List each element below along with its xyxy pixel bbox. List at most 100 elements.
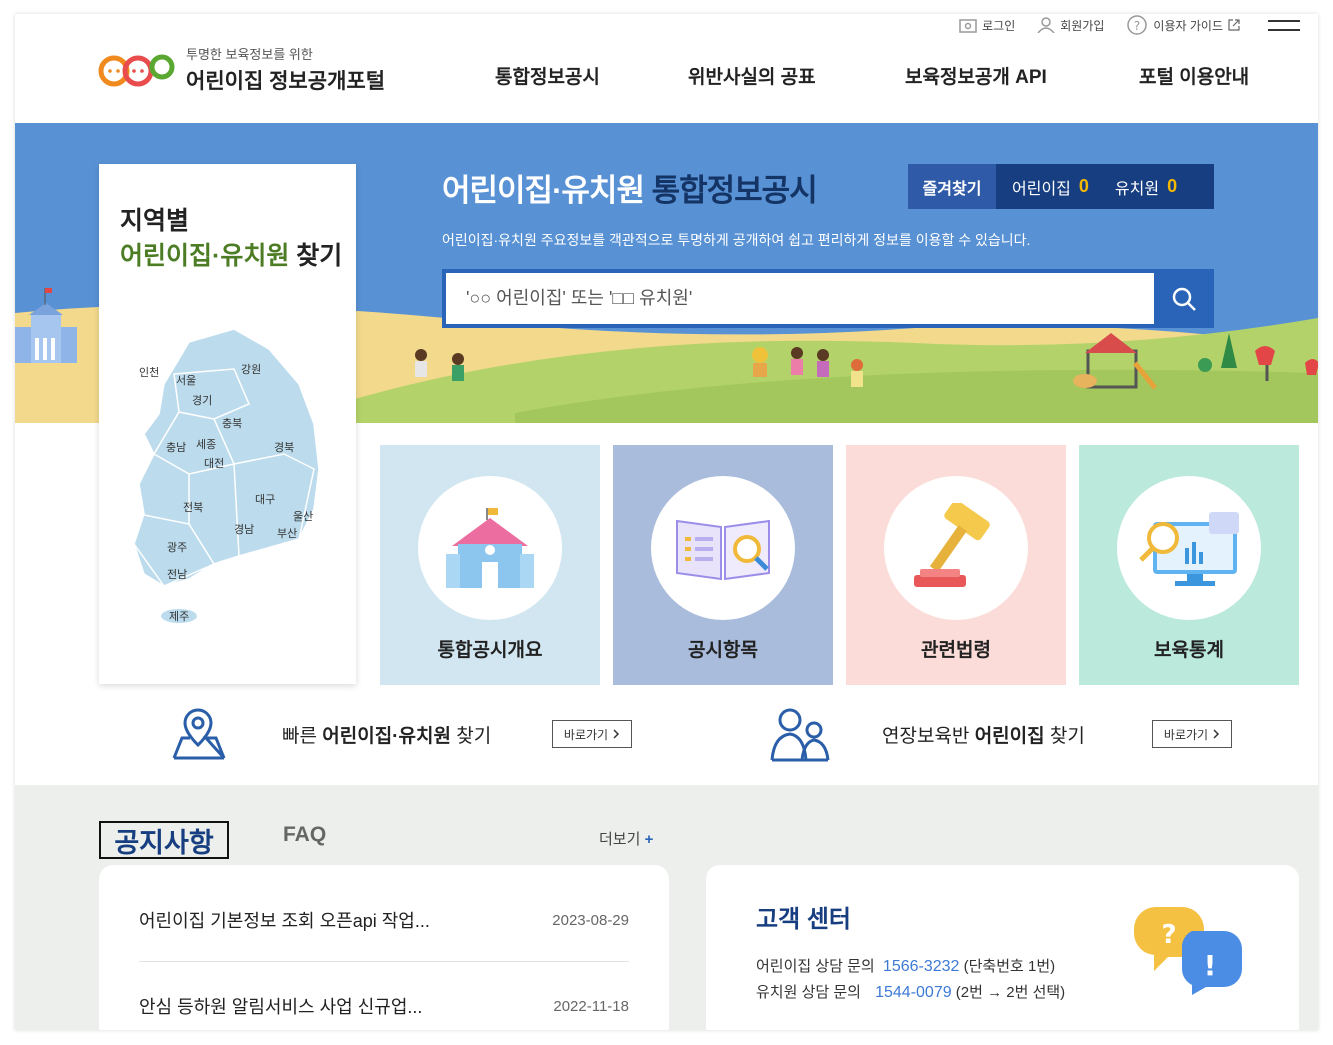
quick-extended-bold: 어린이집 bbox=[974, 725, 1045, 747]
region-gyeongnam[interactable]: 경남 bbox=[234, 521, 254, 537]
more-link[interactable]: 더보기 + bbox=[599, 828, 653, 849]
hero-section: 지역별 어린이집·유치원 찾기 인천 서울 강원 경기 충북 충남 세종 경북 … bbox=[15, 123, 1318, 785]
cs-kinder-line: 유치원 상담 문의 1544-0079 (2번 → 2번 선택) bbox=[756, 981, 1065, 1002]
logo-title: 어린이집 정보공개포털 bbox=[186, 69, 386, 93]
favorites-bar: 즐겨찾기 어린이집 0 유치원 0 bbox=[908, 164, 1214, 209]
quick-find-bold: 어린이집·유치원 bbox=[322, 725, 451, 747]
speech-bubbles-icon: ? ! bbox=[1133, 907, 1242, 995]
region-gangwon[interactable]: 강원 bbox=[241, 361, 261, 377]
region-seoul[interactable]: 서울 bbox=[176, 372, 196, 388]
login-label: 로그인 bbox=[982, 18, 1016, 33]
site-header: 투명한 보육정보를 위한 어린이집 정보공개포털 로그인 회원가입 ? 이용자 … bbox=[15, 14, 1318, 123]
region-daegu[interactable]: 대구 bbox=[255, 491, 275, 507]
quick-find-facility: 빠른 어린이집·유치원 찾기 바로가기 bbox=[170, 706, 632, 762]
favorites-kinder-label: 유치원 bbox=[1114, 180, 1160, 198]
hero-title-white: 어린이집·유치원 bbox=[442, 173, 645, 208]
tile-related-laws[interactable]: 관련법령 bbox=[846, 445, 1066, 685]
login-link[interactable]: 로그인 bbox=[959, 14, 1015, 36]
gavel-icon bbox=[914, 503, 990, 587]
region-gwangju[interactable]: 광주 bbox=[167, 539, 187, 555]
region-jeonnam[interactable]: 전남 bbox=[167, 566, 187, 582]
notice-title: 어린이집 기본정보 조회 오픈api 작업... bbox=[139, 911, 430, 931]
quick-find-pre: 빠른 bbox=[282, 725, 323, 747]
main-nav: 통합정보공시 위반사실의 공표 보육정보공개 API 포털 이용안내 bbox=[495, 62, 1249, 89]
tile-label: 관련법령 bbox=[921, 640, 991, 661]
cs-kinder-number[interactable]: 1544-0079 bbox=[875, 984, 952, 1001]
tile-label: 공시항목 bbox=[688, 640, 758, 661]
hero-title: 어린이집·유치원 통합정보공시 bbox=[442, 165, 818, 210]
nav-violation-announcement[interactable]: 위반사실의 공표 bbox=[688, 62, 905, 89]
tab-faq[interactable]: FAQ bbox=[283, 823, 326, 847]
quick-extended-pre: 연장보육반 bbox=[882, 725, 975, 747]
tile-icon-circle bbox=[1117, 476, 1261, 620]
search-box bbox=[442, 269, 1214, 328]
logo-mark-icon bbox=[98, 54, 175, 87]
tile-childcare-stats[interactable]: 보육통계 bbox=[1079, 445, 1299, 685]
go-button-label: 바로가기 bbox=[1163, 727, 1209, 742]
divider bbox=[139, 961, 629, 962]
region-daejeon[interactable]: 대전 bbox=[204, 455, 224, 471]
more-label: 더보기 bbox=[599, 831, 641, 848]
quick-find-post: 찾기 bbox=[450, 725, 492, 747]
page-frame: 투명한 보육정보를 위한 어린이집 정보공개포털 로그인 회원가입 ? 이용자 … bbox=[15, 14, 1318, 1030]
favorites-kindergarten[interactable]: 유치원 0 bbox=[1089, 164, 1177, 209]
signup-label: 회원가입 bbox=[1060, 18, 1105, 33]
tab-notice[interactable]: 공지사항 bbox=[99, 821, 229, 859]
utility-links: 로그인 회원가입 ? 이용자 가이드 bbox=[959, 14, 1240, 36]
monitor-stats-icon bbox=[1139, 512, 1239, 586]
notice-item[interactable]: 안심 등하원 알림서비스 사업 신규업... 2022-11-18 bbox=[139, 993, 629, 1019]
login-icon bbox=[959, 19, 977, 33]
notice-date: 2023-08-29 bbox=[552, 911, 629, 929]
nav-integrated-disclosure[interactable]: 통합정보공시 bbox=[495, 62, 688, 89]
tile-disclosure-overview[interactable]: 통합공시개요 bbox=[380, 445, 600, 685]
map-pin-icon bbox=[172, 708, 226, 760]
region-chungnam[interactable]: 충남 bbox=[166, 439, 186, 455]
cs-daycare-line: 어린이집 상담 문의 1566-3232 (단축번호 1번) bbox=[756, 955, 1055, 976]
bottom-section: 공지사항 FAQ 더보기 + 어린이집 기본정보 조회 오픈api 작업... … bbox=[15, 785, 1318, 1030]
region-gyeongbuk[interactable]: 경북 bbox=[274, 439, 294, 455]
quick-find-go-button[interactable]: 바로가기 bbox=[552, 720, 632, 748]
region-sejong[interactable]: 세종 bbox=[196, 436, 216, 452]
quick-extended-go-button[interactable]: 바로가기 bbox=[1152, 720, 1232, 748]
cs-kinder-note: (2번 → 2번 선택) bbox=[955, 984, 1066, 1001]
search-input[interactable] bbox=[446, 273, 1153, 324]
region-gyeonggi[interactable]: 경기 bbox=[192, 392, 212, 408]
map-title-rest: 찾기 bbox=[296, 242, 343, 270]
plus-icon: + bbox=[644, 831, 654, 848]
tile-icon-circle bbox=[651, 476, 795, 620]
favorites-daycare-label: 어린이집 bbox=[1012, 180, 1071, 198]
notice-item[interactable]: 어린이집 기본정보 조회 오픈api 작업... 2023-08-29 bbox=[139, 907, 629, 933]
cs-daycare-number[interactable]: 1566-3232 bbox=[883, 958, 960, 975]
chevron-right-icon bbox=[613, 729, 620, 739]
user-icon bbox=[1037, 17, 1055, 33]
tile-disclosure-items[interactable]: 공시항목 bbox=[613, 445, 833, 685]
favorites-daycare[interactable]: 어린이집 0 bbox=[996, 164, 1089, 209]
book-search-icon bbox=[676, 519, 770, 581]
chevron-right-icon bbox=[1213, 729, 1220, 739]
notice-list: 어린이집 기본정보 조회 오픈api 작업... 2023-08-29 안심 등… bbox=[99, 865, 669, 1030]
customer-center-title: 고객 센터 bbox=[756, 906, 851, 933]
svg-text:?: ? bbox=[1161, 920, 1176, 950]
svg-text:?: ? bbox=[1134, 19, 1140, 33]
user-guide-link[interactable]: ? 이용자 가이드 bbox=[1126, 14, 1240, 36]
region-chungbuk[interactable]: 충북 bbox=[222, 415, 242, 431]
site-logo[interactable]: 투명한 보육정보를 위한 어린이집 정보공개포털 bbox=[98, 44, 385, 94]
region-jeonbuk[interactable]: 전북 bbox=[183, 499, 203, 515]
region-ulsan[interactable]: 울산 bbox=[293, 508, 313, 524]
hero-description: 어린이집·유치원 주요정보를 객관적으로 투명하게 공개하여 쉽고 편리하게 정… bbox=[442, 232, 1031, 248]
external-link-icon bbox=[1228, 19, 1240, 31]
nav-open-api[interactable]: 보육정보공개 API bbox=[905, 62, 1139, 89]
notice-date: 2022-11-18 bbox=[553, 997, 629, 1015]
go-button-label: 바로가기 bbox=[563, 727, 609, 742]
search-button[interactable] bbox=[1154, 269, 1214, 328]
tile-icon-circle bbox=[884, 476, 1028, 620]
region-incheon[interactable]: 인천 bbox=[139, 364, 159, 380]
tile-icon-circle bbox=[418, 476, 562, 620]
signup-link[interactable]: 회원가입 bbox=[1037, 14, 1104, 36]
region-jeju[interactable]: 제주 bbox=[169, 608, 189, 624]
nav-portal-guide[interactable]: 포털 이용안내 bbox=[1139, 62, 1249, 89]
search-icon bbox=[1172, 287, 1196, 311]
region-busan[interactable]: 부산 bbox=[277, 525, 297, 541]
tile-label: 보육통계 bbox=[1154, 640, 1224, 661]
menu-hamburger-icon[interactable] bbox=[1268, 20, 1300, 34]
